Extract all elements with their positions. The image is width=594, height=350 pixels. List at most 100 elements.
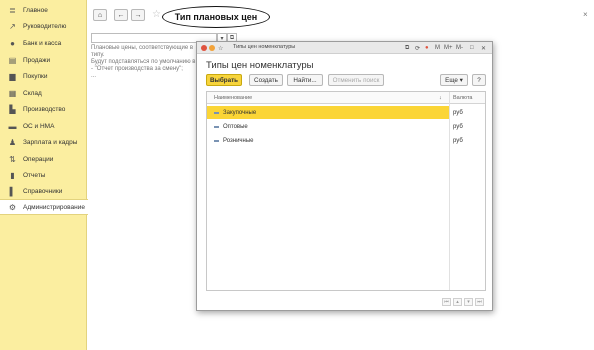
list-icon: ≣ [9, 5, 16, 15]
currency-cell: руб [453, 109, 463, 116]
table-header: Наименование ↓ Валюта [207, 92, 485, 104]
sidebar-item-label: Администрирование [23, 203, 85, 211]
home-icon: ⌂ [97, 11, 103, 19]
next-page-button[interactable]: ▾ [464, 298, 473, 306]
sort-icon[interactable]: ↓ [439, 95, 442, 101]
record-icon[interactable]: ● [425, 44, 429, 52]
restore-icon[interactable]: ⧉ [405, 44, 409, 52]
sidebar-item-label: Зарплата и кадры [23, 138, 78, 146]
sidebar-item-manager[interactable]: ↗ Руководителю [0, 18, 87, 34]
price-types-table: Наименование ↓ Валюта Закупочные руб Опт… [206, 91, 486, 291]
chevron-down-icon: ▾ [467, 299, 470, 305]
sidebar-item-label: Руководителю [23, 22, 67, 30]
trend-chart-icon: ↗ [9, 21, 16, 31]
select-button[interactable]: Выбрать [206, 74, 242, 86]
table-row[interactable]: Закупочные руб [207, 106, 485, 119]
sidebar-item-payroll[interactable]: ♟ Зарплата и кадры [0, 134, 87, 150]
sidebar-item-production[interactable]: ▙ Производство [0, 101, 87, 117]
coins-icon: ● [10, 38, 15, 48]
sidebar-item-warehouse[interactable]: ▦ Склад [0, 85, 87, 101]
sidebar-item-bank-cash[interactable]: ● Банк и касса [0, 35, 87, 51]
name-cell: Оптовые [207, 120, 449, 133]
close-icon[interactable]: × [583, 10, 588, 19]
arrow-left-icon: ← [117, 11, 125, 19]
memory-minus-button[interactable]: M- [456, 44, 463, 52]
sidebar-item-label: ОС и НМА [23, 122, 55, 130]
find-button[interactable]: Найти... [287, 74, 323, 86]
sidebar-item-operations[interactable]: ⇅ Операции [0, 151, 87, 167]
last-page-icon: ⏭ [477, 299, 482, 305]
first-page-icon: ⏮ [444, 299, 449, 305]
sidebar-item-label: Продажи [23, 56, 51, 64]
close-icon[interactable]: ✕ [481, 44, 486, 52]
cart-icon: ▤ [8, 55, 17, 65]
star-icon[interactable]: ☆ [152, 9, 161, 20]
sidebar-item-label: Склад [23, 89, 42, 97]
sidebar-item-main[interactable]: ≣ Главное [0, 2, 87, 18]
price-types-dialog: ☆ Типы цен номенклатуры ⧉ ⟳ ● M M+ M- □ … [196, 41, 493, 311]
book-icon: ▌ [9, 186, 16, 196]
sidebar: ≣ Главное ↗ Руководителю ● Банк и касса … [0, 0, 88, 350]
factory-icon: ▙ [9, 104, 16, 114]
description-line: Будут подставляться по умолчанию в [91, 59, 196, 65]
maximize-icon[interactable]: □ [470, 44, 474, 52]
chevron-up-icon: ▴ [456, 299, 459, 305]
star-icon[interactable]: ☆ [218, 44, 223, 52]
item-icon [214, 125, 219, 128]
sidebar-item-label: Справочники [23, 187, 63, 195]
table-row[interactable]: Розничные руб [207, 134, 485, 147]
sidebar-item-label: Операции [23, 155, 54, 163]
create-button[interactable]: Создать [249, 74, 283, 86]
sidebar-item-sales[interactable]: ▤ Продажи [0, 52, 87, 68]
last-page-button[interactable]: ⏭ [475, 298, 484, 306]
gear-icon: ⚙ [8, 202, 17, 212]
page-title: Тип плановых цен [162, 6, 270, 28]
link-icon[interactable]: ⟳ [415, 44, 420, 52]
prev-page-button[interactable]: ▴ [453, 298, 462, 306]
first-page-button[interactable]: ⏮ [442, 298, 451, 306]
sidebar-item-label: Банк и касса [23, 39, 62, 47]
sidebar-item-label: Производство [23, 105, 66, 113]
sidebar-item-directories[interactable]: ▌ Справочники [0, 183, 87, 199]
cancel-search-button[interactable]: Отменить поиск [328, 74, 384, 86]
table-row[interactable]: Оптовые руб [207, 120, 485, 133]
currency-cell: руб [453, 137, 463, 144]
arrow-right-icon: → [134, 11, 142, 19]
description-line: ... [91, 73, 97, 79]
name-cell: Розничные [207, 134, 449, 147]
help-button[interactable]: ? [472, 74, 486, 86]
sidebar-item-administration[interactable]: ⚙ Администрирование [0, 199, 88, 215]
column-header-currency[interactable]: Валюта [453, 95, 472, 101]
person-icon: ♟ [8, 137, 17, 147]
sidebar-item-label: Отчеты [23, 171, 46, 179]
sidebar-item-label: Главное [23, 6, 48, 14]
sidebar-item-label: Покупки [23, 72, 48, 80]
operations-icon: ⇅ [9, 154, 16, 164]
column-header-name[interactable]: Наименование [214, 95, 252, 101]
dialog-heading: Типы цен номенклатуры [206, 60, 314, 71]
dialog-window-title: Типы цен номенклатуры [233, 44, 296, 50]
row-name: Розничные [223, 137, 254, 144]
memory-button[interactable]: M [435, 44, 440, 52]
item-icon [214, 111, 219, 114]
truck-icon: ▆ [9, 71, 16, 81]
more-button[interactable]: Еще ▾ [440, 74, 468, 86]
currency-cell: руб [453, 123, 463, 130]
sidebar-item-fixed-assets[interactable]: ▬ ОС и НМА [0, 118, 87, 134]
warehouse-icon: ▦ [8, 88, 17, 98]
home-button[interactable]: ⌂ [93, 9, 107, 21]
app-menu-icon[interactable] [209, 45, 215, 51]
sidebar-item-reports[interactable]: ▮ Отчеты [0, 167, 87, 183]
dialog-titlebar[interactable]: ☆ Типы цен номенклатуры ⧉ ⟳ ● M M+ M- □ … [197, 42, 492, 54]
name-cell: Закупочные [207, 106, 449, 119]
row-name: Закупочные [223, 109, 257, 116]
back-button[interactable]: ← [114, 9, 128, 21]
bar-chart-icon: ▮ [10, 170, 15, 180]
item-icon [214, 139, 219, 142]
memory-plus-button[interactable]: M+ [444, 44, 453, 52]
forward-button[interactable]: → [131, 9, 145, 21]
row-name: Оптовые [223, 123, 248, 130]
description-line: Плановые цены, соответствующие в [91, 45, 194, 51]
description-line: - "Отчет производства за смену"; [91, 66, 183, 72]
sidebar-item-purchases[interactable]: ▆ Покупки [0, 68, 87, 84]
